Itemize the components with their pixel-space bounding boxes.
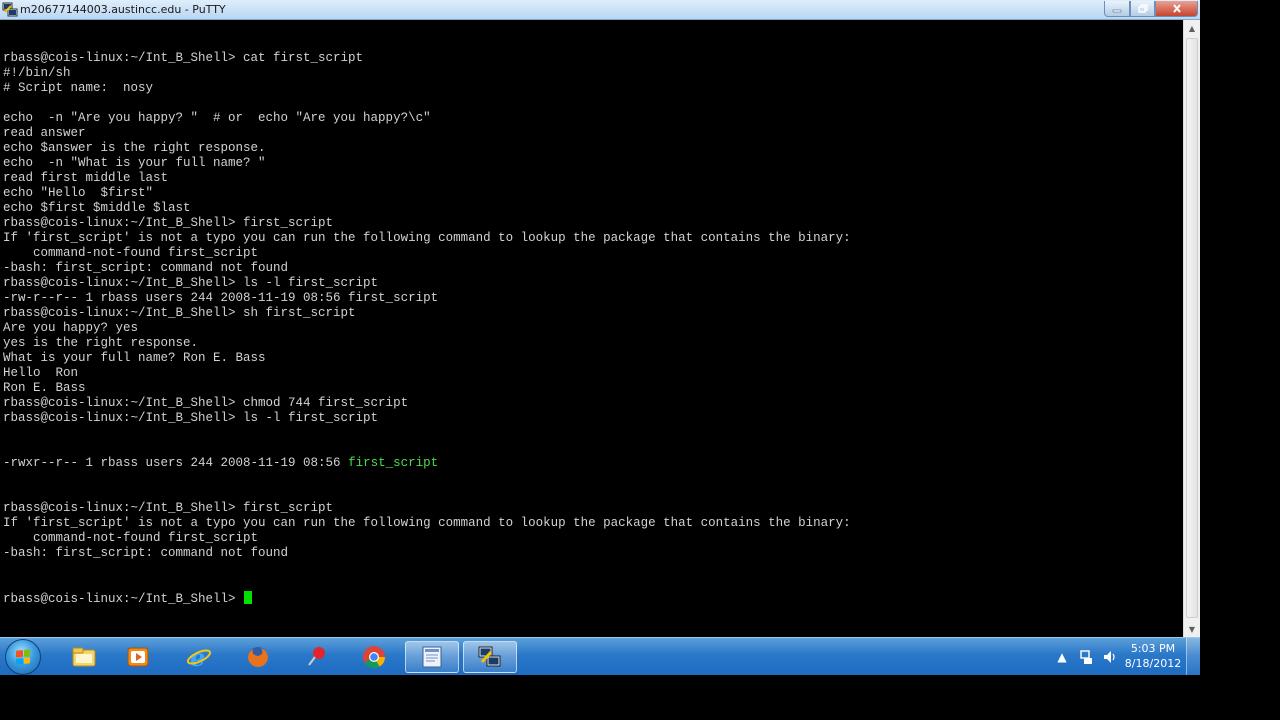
outer-black-margin [1200, 0, 1280, 720]
terminal-line: -bash: first_script: command not found [3, 546, 289, 560]
terminal-line: command-not-found first_script [3, 246, 259, 260]
scroll-up-button[interactable]: ▲ [1184, 20, 1200, 36]
firefox-icon [248, 647, 268, 667]
show-hidden-icons-chevron-icon[interactable]: ▲ [1055, 649, 1069, 665]
scroll-down-button[interactable]: ▼ [1184, 621, 1200, 637]
terminal-line: rbass@cois-linux:~/Int_B_Shell> first_sc… [3, 216, 334, 230]
taskbar-firefox-button[interactable] [231, 641, 285, 673]
window-controls [1104, 1, 1198, 18]
terminal-line: yes is the right response. [3, 336, 199, 350]
volume-icon[interactable] [1103, 649, 1117, 665]
taskbar-pushpin-button[interactable] [290, 641, 344, 673]
media-player-icon [127, 647, 149, 667]
scrollbar-thumb[interactable] [1186, 38, 1198, 618]
terminal-line: # Script name: nosy [3, 81, 154, 95]
terminal-prompt: rbass@cois-linux:~/Int_B_Shell> [3, 592, 244, 606]
windows-flag-icon [16, 649, 30, 665]
terminal-line: Ron E. Bass [3, 381, 86, 395]
scroll-up-arrow-icon: ▲ [1188, 23, 1196, 33]
minimize-button[interactable] [1104, 1, 1130, 17]
terminal-prompt-line: rbass@cois-linux:~/Int_B_Shell> [3, 591, 851, 606]
ls-line-prefix: -rwxr--r-- 1 rbass users 244 2008-11-19 … [3, 456, 349, 470]
clock-time: 5:03 PM [1130, 642, 1176, 655]
putty-icon[interactable] [2, 2, 18, 17]
terminal-line: rbass@cois-linux:~/Int_B_Shell> ls -l fi… [3, 276, 379, 290]
terminal-line: Hello Ron [3, 366, 79, 380]
close-icon [1172, 4, 1181, 13]
taskbar-chrome-button[interactable] [347, 641, 401, 673]
terminal-line: -rw-r--r-- 1 rbass users 244 2008-11-19 … [3, 291, 439, 305]
terminal-cursor [244, 591, 253, 604]
terminal-scrollbar[interactable]: ▲ ▼ [1183, 20, 1200, 637]
terminal-line: rbass@cois-linux:~/Int_B_Shell> cat firs… [3, 51, 364, 65]
taskbar-media-player-button[interactable] [111, 641, 165, 673]
windows-taskbar: e ▲ 5:03 PM 8/18/2012 [0, 637, 1200, 675]
minimize-icon [1112, 9, 1122, 12]
maximize-button[interactable] [1130, 1, 1155, 17]
chrome-icon [363, 646, 385, 668]
taskbar-ie-button[interactable]: e [172, 641, 226, 673]
taskbar-clock[interactable]: 5:03 PM 8/18/2012 [1120, 641, 1186, 671]
window-title: m20677144003.austincc.edu - PuTTY [20, 3, 226, 16]
close-button[interactable] [1155, 1, 1198, 17]
svg-text:e: e [190, 645, 205, 669]
show-desktop-button[interactable] [1186, 638, 1200, 675]
terminal-line: echo "Hello $first" [3, 186, 154, 200]
terminal-line: rbass@cois-linux:~/Int_B_Shell> ls -l fi… [3, 411, 379, 425]
internet-explorer-icon: e [186, 645, 212, 669]
terminal-line: read answer [3, 126, 86, 140]
terminal-line: echo $first $middle $last [3, 201, 191, 215]
window-titlebar[interactable]: m20677144003.austincc.edu - PuTTY [0, 0, 1200, 20]
terminal-line: If 'first_script' is not a typo you can … [3, 516, 851, 530]
network-icon[interactable] [1079, 649, 1093, 665]
windows-start-orb-icon[interactable] [5, 639, 41, 675]
taskbar-explorer-button[interactable] [57, 641, 111, 673]
terminal-line: What is your full name? Ron E. Bass [3, 351, 266, 365]
terminal-line: rbass@cois-linux:~/Int_B_Shell> first_sc… [3, 501, 334, 515]
system-tray: ▲ [1050, 638, 1122, 675]
terminal-line: #!/bin/sh [3, 66, 71, 80]
taskbar-putty-button[interactable] [463, 641, 517, 673]
terminal-line: If 'first_script' is not a typo you can … [3, 231, 851, 245]
terminal-line: rbass@cois-linux:~/Int_B_Shell> chmod 74… [3, 396, 409, 410]
terminal-line: echo -n "What is your full name? " [3, 156, 266, 170]
terminal-area[interactable]: rbass@cois-linux:~/Int_B_Shell> cat firs… [0, 20, 1183, 637]
clock-date: 8/18/2012 [1124, 657, 1182, 670]
terminal-line: -bash: first_script: command not found [3, 261, 289, 275]
executable-filename: first_script [348, 456, 439, 470]
terminal-line: command-not-found first_script [3, 531, 259, 545]
terminal-line: echo -n "Are you happy? " # or echo "Are… [3, 111, 431, 125]
terminal-line: -rwxr--r-- 1 rbass users 244 2008-11-19 … [3, 456, 851, 471]
taskbar-document-button[interactable] [405, 641, 459, 673]
document-app-icon [422, 646, 442, 668]
putty-taskbar-icon [478, 646, 501, 667]
terminal-line: read first middle last [3, 171, 169, 185]
terminal-line: echo $answer is the right response. [3, 141, 266, 155]
windows-explorer-icon [72, 647, 96, 667]
terminal-line: rbass@cois-linux:~/Int_B_Shell> sh first… [3, 306, 356, 320]
terminal-line: Are you happy? yes [3, 321, 139, 335]
maximize-icon [1137, 4, 1148, 13]
scroll-down-arrow-icon: ▼ [1188, 624, 1196, 634]
terminal-output: rbass@cois-linux:~/Int_B_Shell> cat firs… [3, 21, 851, 636]
pushpin-app-icon [308, 647, 325, 666]
